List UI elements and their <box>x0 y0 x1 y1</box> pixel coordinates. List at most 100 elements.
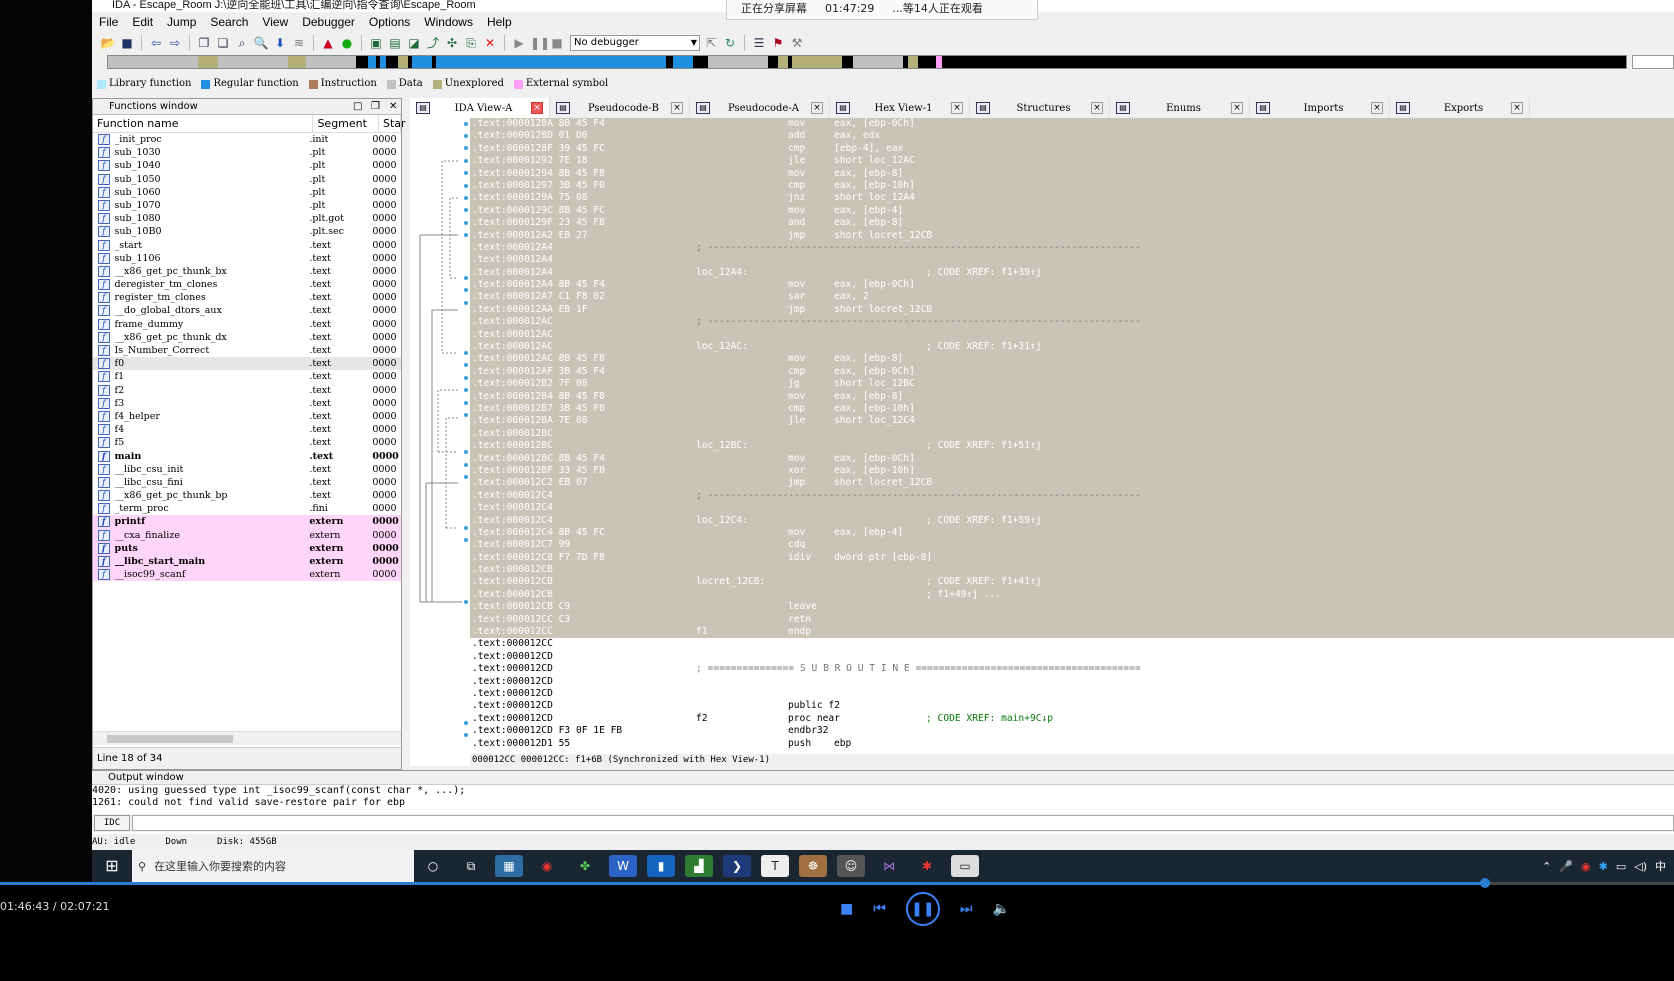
taskbar-search[interactable]: ⚲ 在这里输入你要搜索的内容 <box>132 850 414 882</box>
menu-file[interactable]: File <box>92 13 125 31</box>
function-row[interactable]: f f4 .text 0000 <box>93 423 401 436</box>
disasm-line[interactable]: .text:0000128F 39 45 FC cmp [ebp-4], eax <box>470 142 1674 156</box>
tab-close-icon[interactable]: × <box>1091 102 1103 114</box>
disasm-line[interactable]: .text:000012AC <box>470 328 1674 342</box>
function-row[interactable]: f register_tm_clones .text 0000 <box>93 291 401 304</box>
breakpoint-dot[interactable] <box>464 388 468 392</box>
next-icon[interactable]: ⏭ <box>960 901 973 917</box>
disasm-line[interactable]: .text:000012BC loc_12BC: ; CODE XREF: f1+5… <box>470 440 1674 453</box>
chevron-up-icon[interactable]: ⌃ <box>1542 860 1551 873</box>
command-input[interactable] <box>132 815 1674 831</box>
stop-icon[interactable]: ■ <box>840 901 853 917</box>
clover-icon[interactable]: ✤ <box>571 855 599 877</box>
function-row[interactable]: f f4_helper .text 0000 <box>93 410 401 423</box>
idc-button[interactable]: IDC <box>94 815 130 831</box>
function-row[interactable]: f __x86_get_pc_thunk_bp .text 0000 <box>93 489 401 502</box>
breakpoint-dot[interactable] <box>464 475 468 479</box>
disasm-line[interactable]: .text:000012A4 ; ------------------------… <box>470 241 1674 255</box>
function-row[interactable]: f Is_Number_Correct .text 0000 <box>93 344 401 357</box>
disasm-line[interactable]: .text:000012CB locret_12CB: ; CODE XREF: f… <box>470 576 1674 589</box>
disasm-line[interactable]: .text:000012CB C9 leave <box>470 601 1674 614</box>
column-header[interactable]: Segment <box>313 115 379 132</box>
disasm-line[interactable]: .text:000012A4 loc_12A4: ; CODE XREF: f1+3… <box>470 266 1674 280</box>
record-icon[interactable]: ◉ <box>1581 860 1591 873</box>
blue-app-icon[interactable]: ▮ <box>647 855 675 877</box>
disasm-line[interactable]: .text:000012BC 8B 45 F4 mov eax, [ebp-0Ch] <box>470 452 1674 465</box>
function-row[interactable]: f __do_global_dtors_aux .text 0000 <box>93 304 401 317</box>
disasm-line[interactable]: .text:000012AA EB 1F jmp short locret_12CB <box>470 303 1674 317</box>
refresh-icon[interactable]: ↻ <box>722 35 738 51</box>
tab-structures[interactable]: ▤ Structures × <box>970 98 1110 118</box>
warning-icon[interactable]: ▲ <box>320 35 336 51</box>
breakpoint-dot[interactable] <box>464 276 468 280</box>
function-row[interactable]: f sub_10B0 .plt.sec 0000 <box>93 225 401 238</box>
disasm-line[interactable]: .text:000012C8 F7 7D F8 idiv dword ptr [eb… <box>470 551 1674 565</box>
disasm-line[interactable]: .text:000012A4 8B 45 F4 mov eax, [ebp-0Ch] <box>470 279 1674 292</box>
function-row[interactable]: f sub_1080 .plt.got 0000 <box>93 212 401 225</box>
menu-windows[interactable]: Windows <box>417 13 480 31</box>
xref-icon[interactable]: ⤴ <box>425 35 441 51</box>
previous-icon[interactable]: ⏮ <box>873 901 886 917</box>
breakpoint-dot[interactable] <box>464 184 468 188</box>
function-row[interactable]: f sub_1070 .plt 0000 <box>93 199 401 212</box>
breakpoint-dot[interactable] <box>464 134 468 138</box>
disasm-line[interactable]: .text:000012CB <box>470 564 1674 577</box>
disasm-line[interactable]: .text:000012CC f1 endp <box>470 626 1674 639</box>
bluetooth-icon[interactable]: ✱ <box>1599 860 1608 873</box>
tab-pseudocode-b[interactable]: ▤ Pseudocode-B × <box>550 98 690 118</box>
breakpoint-dot[interactable] <box>464 122 468 126</box>
visual-studio-icon[interactable]: ⋈ <box>875 855 903 877</box>
tab-close-icon[interactable]: × <box>1511 102 1523 114</box>
menu-edit[interactable]: Edit <box>125 13 160 31</box>
disasm-line[interactable]: .text:000012A7 C1 F8 02 sar eax, 2 <box>470 291 1674 304</box>
disasm-line[interactable]: .text:000012B2 7F 08 jg short loc_12BC <box>470 378 1674 391</box>
disasm-line[interactable]: .text:00001297 3B 45 F0 cmp eax, [ebp-10h] <box>470 179 1674 193</box>
column-header[interactable]: Function name <box>93 115 314 132</box>
enum-icon[interactable]: ◪ <box>406 35 422 51</box>
column-header[interactable]: Star <box>379 115 406 132</box>
disasm-line[interactable]: .text:000012C2 EB 07 jmp short locret_12CB <box>470 477 1674 490</box>
volume-icon[interactable]: ◁) <box>1634 860 1647 873</box>
breakpoint-dot[interactable] <box>464 233 468 237</box>
function-row[interactable]: f sub_1050 .plt 0000 <box>93 173 401 186</box>
menu-view[interactable]: View <box>255 13 295 31</box>
breakpoint-dot[interactable] <box>464 196 468 200</box>
binary-search-icon[interactable]: ⌕ <box>234 35 250 51</box>
disassembly-listing[interactable]: .text:0000128A 8B 45 F4 mov eax, [ebp-0Ch]… <box>470 118 1674 750</box>
function-row[interactable]: f f5 .text 0000 <box>93 436 401 449</box>
breakpoint-dot[interactable] <box>464 208 468 212</box>
function-row[interactable]: f __x86_get_pc_thunk_dx .text 0000 <box>93 331 401 344</box>
play-icon[interactable]: ▶ <box>511 35 527 51</box>
functions-hscrollbar[interactable] <box>93 731 401 745</box>
wps-icon[interactable]: W <box>609 855 637 877</box>
breakpoint-dot[interactable] <box>464 413 468 417</box>
ime-indicator[interactable]: 中 <box>1655 858 1666 874</box>
disasm-line[interactable]: .text:00001294 8B 45 F8 mov eax, [ebp-8] <box>470 167 1674 180</box>
breakpoint-dot[interactable] <box>464 363 468 367</box>
disasm-line[interactable]: .text:000012CC C3 retn <box>470 613 1674 627</box>
debugger-select[interactable]: No debugger <box>570 35 700 51</box>
disasm-line[interactable]: .text:000012BA 7E 08 jle short loc_12C4 <box>470 415 1674 428</box>
breakpoint-dot[interactable] <box>464 301 468 305</box>
down-arrow-icon[interactable]: ⬇ <box>272 35 288 51</box>
menu-debugger[interactable]: Debugger <box>295 13 362 31</box>
save-icon[interactable]: ■ <box>119 35 135 51</box>
breakpoint-dot[interactable] <box>464 538 468 542</box>
function-row[interactable]: f __libc_csu_fini .text 0000 <box>93 476 401 489</box>
tab-close-icon[interactable]: × <box>531 102 543 114</box>
volume-icon[interactable]: 🔈 <box>992 901 1009 917</box>
app-icon[interactable]: ▦ <box>495 855 523 877</box>
breakpoint-dot[interactable] <box>464 159 468 163</box>
breakpoint-dot[interactable] <box>464 450 468 454</box>
stop-icon[interactable]: ■ <box>549 35 565 51</box>
graph-icon[interactable]: ✣ <box>444 35 460 51</box>
disasm-line[interactable]: .text:000012CD <box>470 676 1674 688</box>
function-row[interactable]: f deregister_tm_clones .text 0000 <box>93 278 401 291</box>
function-row[interactable]: f __libc_csu_init .text 0000 <box>93 463 401 476</box>
chart-app-icon[interactable]: ▟ <box>685 855 713 877</box>
menu-help[interactable]: Help <box>480 13 519 31</box>
pause-icon[interactable]: ❚❚ <box>530 35 550 51</box>
function-row[interactable]: f f2 .text 0000 <box>93 384 401 397</box>
network-icon[interactable]: ▭ <box>1616 860 1626 873</box>
menu-jump[interactable]: Jump <box>160 13 203 31</box>
